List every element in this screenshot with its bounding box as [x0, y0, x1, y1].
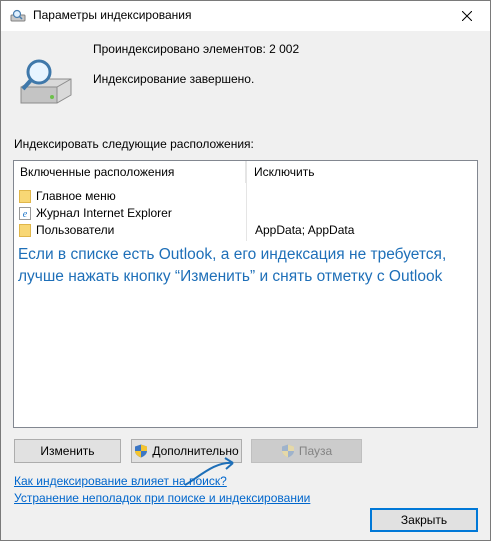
- list-item[interactable]: Главное меню: [14, 188, 477, 205]
- status-area: Проиндексировано элементов: 2 002 Индекс…: [1, 31, 490, 131]
- modify-button-label: Изменить: [40, 444, 95, 458]
- location-name: Пользователи: [36, 223, 115, 237]
- annotation-note: Если в списке есть Outlook, а его индекс…: [18, 244, 478, 288]
- annotation-line-1: Если в списке есть Outlook, а его индекс…: [18, 246, 447, 263]
- window-title: Параметры индексирования: [33, 8, 192, 22]
- location-exclude: AppData; AppData: [255, 223, 355, 237]
- modify-button[interactable]: Изменить: [14, 439, 121, 463]
- locations-label: Индексировать следующие расположения:: [14, 137, 254, 151]
- indexing-options-dialog: Параметры индексирования Проиндексирован…: [0, 0, 491, 541]
- locations-list[interactable]: Включенные расположения Исключить Главно…: [13, 160, 478, 428]
- location-name: Журнал Internet Explorer: [36, 206, 172, 220]
- column-header-included[interactable]: Включенные расположения: [14, 161, 246, 183]
- shield-icon: [135, 444, 148, 458]
- folder-icon: [19, 190, 31, 203]
- column-header-exclude[interactable]: Исключить: [246, 161, 477, 183]
- close-button[interactable]: Закрыть: [370, 508, 478, 532]
- folder-icon: [19, 224, 31, 237]
- indexing-state-text: Индексирование завершено.: [93, 72, 255, 86]
- indexed-count-text: Проиндексировано элементов: 2 002: [93, 42, 300, 56]
- how-indexing-affects-link[interactable]: Как индексирование влияет на поиск?: [14, 474, 227, 488]
- list-item[interactable]: Пользователи AppData; AppData: [14, 222, 477, 239]
- indexing-app-icon: [10, 9, 26, 22]
- indexing-status-icon: [20, 59, 72, 104]
- list-item[interactable]: e Журнал Internet Explorer: [14, 205, 477, 222]
- close-icon: [462, 11, 472, 21]
- location-name: Главное меню: [36, 189, 116, 203]
- troubleshoot-link[interactable]: Устранение неполадок при поиске и индекс…: [14, 491, 310, 505]
- svg-text:e: e: [23, 209, 28, 220]
- title-bar: Параметры индексирования: [1, 1, 490, 31]
- close-window-button[interactable]: [444, 1, 490, 31]
- close-button-label: Закрыть: [400, 513, 448, 527]
- ie-icon: e: [19, 207, 31, 220]
- pause-button-label: Пауза: [298, 444, 333, 458]
- annotation-line-2: лучше нажать кнопку “Изменить” и снять о…: [18, 268, 443, 285]
